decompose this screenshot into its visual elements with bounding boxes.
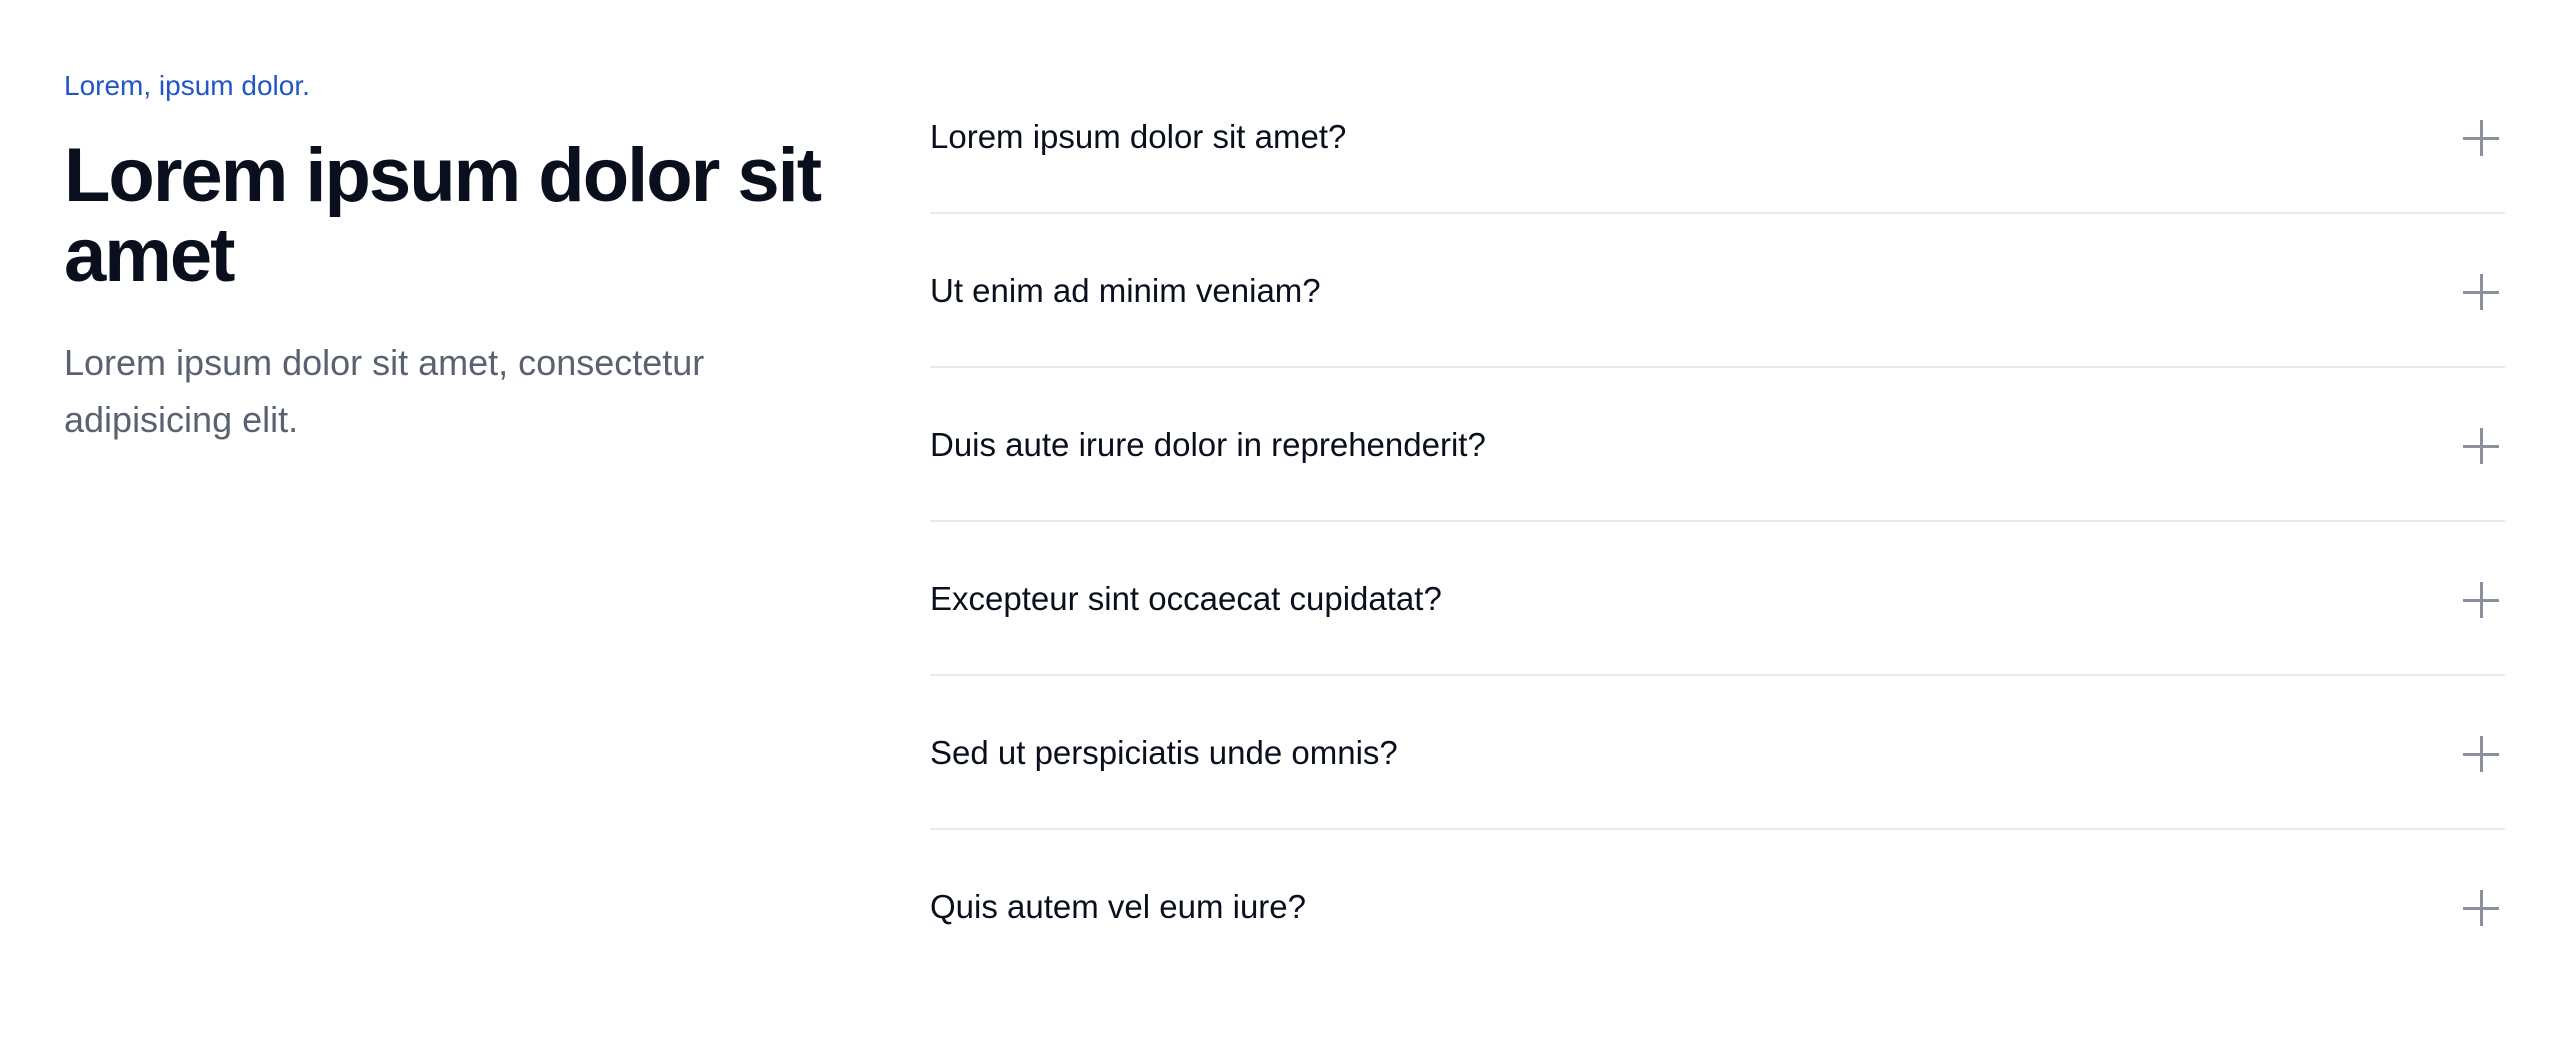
plus-icon[interactable] — [2463, 428, 2499, 464]
faq-question[interactable]: Excepteur sint occaecat cupidatat? — [930, 522, 1442, 621]
faq-item[interactable]: Ut enim ad minim veniam? — [930, 214, 2505, 368]
faq-question[interactable]: Sed ut perspiciatis unde omnis? — [930, 676, 1398, 775]
faq-question[interactable]: Lorem ipsum dolor sit amet? — [930, 60, 1346, 159]
faq-page: Lorem, ipsum dolor. Lorem ipsum dolor si… — [0, 0, 2560, 1050]
plus-icon[interactable] — [2463, 582, 2499, 618]
faq-question[interactable]: Duis aute irure dolor in reprehenderit? — [930, 368, 1486, 467]
faq-item[interactable]: Quis autem vel eum iure? — [930, 830, 2505, 984]
plus-icon[interactable] — [2463, 274, 2499, 310]
page-description: Lorem ipsum dolor sit amet, consectetur … — [64, 342, 705, 440]
plus-icon[interactable] — [2463, 890, 2499, 926]
faq-item[interactable]: Duis aute irure dolor in reprehenderit? — [930, 368, 2505, 522]
plus-icon[interactable] — [2463, 736, 2499, 772]
faq-item[interactable]: Excepteur sint occaecat cupidatat? — [930, 522, 2505, 676]
faq-question[interactable]: Ut enim ad minim veniam? — [930, 214, 1321, 313]
eyebrow-text: Lorem, ipsum dolor. — [64, 70, 310, 101]
plus-icon[interactable] — [2463, 120, 2499, 156]
faq-list: Lorem ipsum dolor sit amet? Ut enim ad m… — [930, 60, 2505, 984]
faq-question[interactable]: Quis autem vel eum iure? — [930, 830, 1306, 929]
faq-item[interactable]: Sed ut perspiciatis unde omnis? — [930, 676, 2505, 830]
faq-item[interactable]: Lorem ipsum dolor sit amet? — [930, 60, 2505, 214]
page-title: Lorem ipsum dolor sit amet — [64, 133, 822, 298]
faq-intro: Lorem, ipsum dolor. Lorem ipsum dolor si… — [64, 66, 824, 448]
